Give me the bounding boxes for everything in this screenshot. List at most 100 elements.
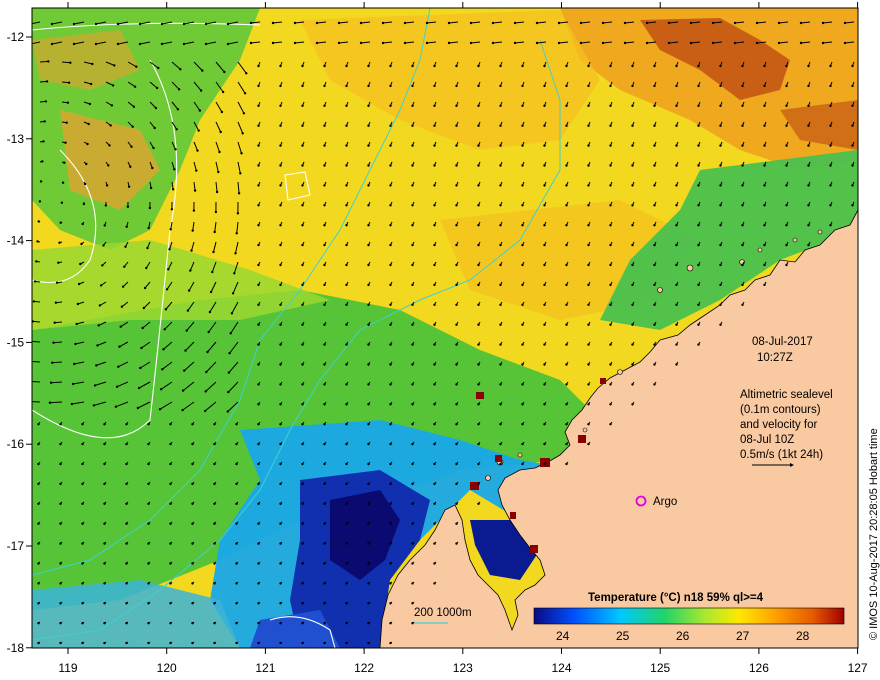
- velocity-arrow-head: [59, 502, 62, 505]
- velocity-arrow-head: [367, 562, 370, 565]
- velocity-arrow-head: [455, 442, 458, 446]
- velocity-arrow-head: [587, 343, 590, 346]
- velocity-arrow-head: [631, 164, 634, 167]
- velocity-arrow-head: [59, 442, 62, 446]
- velocity-arrow-head: [169, 462, 172, 466]
- velocity-arrow-head: [279, 542, 282, 545]
- velocity-arrow-head: [521, 303, 524, 306]
- velocity-arrow-head: [367, 582, 370, 585]
- velocity-arrow-head: [733, 21, 737, 25]
- velocity-arrow-head: [315, 21, 319, 25]
- velocity-arrow-head: [183, 369, 186, 372]
- velocity-arrow-head: [345, 263, 348, 267]
- velocity-arrow-head: [191, 522, 194, 525]
- velocity-arrow-head: [631, 64, 634, 68]
- velocity-arrow-head: [125, 522, 128, 525]
- velocity-arrow-head: [755, 21, 759, 25]
- velocity-arrow-head: [345, 184, 348, 187]
- velocity-arrow-head: [279, 64, 282, 68]
- velocity-arrow-head: [257, 363, 260, 366]
- velocity-arrow-head: [359, 21, 363, 25]
- velocity-arrow-head: [609, 263, 612, 267]
- velocity-arrow-head: [543, 84, 546, 88]
- velocity-arrow-head: [389, 243, 392, 247]
- velocity-arrow-head: [389, 283, 392, 287]
- velocity-arrow-head: [411, 403, 414, 406]
- velocity-arrow-head: [345, 323, 348, 326]
- velocity-arrow-head: [279, 502, 282, 505]
- velocity-arrow-head: [61, 181, 65, 184]
- velocity-arrow-head: [499, 204, 502, 207]
- velocity-arrow-head: [125, 423, 128, 426]
- velocity-arrow-head: [565, 84, 568, 88]
- velocity-arrow-head: [184, 349, 187, 352]
- velocity-arrow-head: [136, 406, 140, 410]
- velocity-arrow-head: [433, 363, 436, 366]
- velocity-arrow-head: [249, 21, 253, 25]
- velocity-arrow-head: [609, 104, 612, 108]
- velocity-arrow-head: [126, 205, 130, 208]
- velocity-arrow-head: [49, 381, 53, 384]
- velocity-arrow-head: [323, 582, 326, 585]
- velocity-arrow-head: [169, 622, 172, 625]
- velocity-arrow-head: [125, 602, 128, 605]
- velocity-arrow-head: [58, 241, 61, 244]
- velocity-arrow-head: [345, 224, 348, 227]
- velocity-arrow-head: [565, 144, 568, 147]
- velocity-arrow-head: [587, 64, 590, 68]
- velocity-arrow-head: [411, 164, 414, 167]
- velocity-arrow-head: [601, 41, 605, 45]
- velocity-arrow-head: [345, 164, 348, 167]
- velocity-arrow-head: [675, 84, 678, 88]
- velocity-arrow-head: [301, 64, 304, 68]
- velocity-arrow-head: [345, 363, 348, 366]
- velocity-arrow-head: [675, 224, 678, 227]
- velocity-arrow-head: [161, 368, 164, 371]
- velocity-arrow-head: [37, 562, 40, 565]
- velocity-arrow-head: [367, 403, 370, 406]
- velocity-arrow-head: [653, 124, 656, 127]
- velocity-arrow-head: [719, 184, 722, 187]
- velocity-arrow-head: [345, 383, 348, 386]
- velocity-arrow-head: [433, 323, 436, 326]
- velocity-arrow-head: [499, 403, 502, 406]
- velocity-arrow-head: [279, 283, 282, 287]
- velocity-arrow-head: [257, 542, 260, 545]
- velocity-arrow-head: [711, 41, 715, 45]
- velocity-arrow-head: [807, 204, 810, 207]
- velocity-arrow-head: [807, 184, 810, 187]
- velocity-arrow-head: [675, 124, 678, 127]
- annotation-time: 10:27Z: [757, 352, 793, 364]
- velocity-arrow-head: [367, 124, 370, 127]
- velocity-arrow-head: [301, 562, 304, 565]
- velocity-arrow-head: [763, 243, 766, 247]
- velocity-arrow-head: [741, 303, 744, 306]
- velocity-arrow-head: [799, 41, 803, 45]
- velocity-arrow-head: [149, 186, 153, 190]
- velocity-arrow-head: [81, 502, 84, 505]
- velocity-arrow: [39, 60, 49, 63]
- velocity-arrow-head: [87, 122, 90, 126]
- x-tick-label: 122: [354, 661, 374, 675]
- velocity-arrow-head: [499, 383, 502, 386]
- velocity-arrow-head: [411, 283, 414, 287]
- velocity-arrow-head: [257, 84, 260, 88]
- velocity-arrow-head: [235, 542, 238, 545]
- velocity-arrow-head: [631, 343, 634, 346]
- velocity-arrow-head: [257, 124, 260, 127]
- velocity-arrow-head: [59, 602, 62, 605]
- plot-area: [32, 8, 858, 648]
- velocity-arrow-head: [521, 164, 524, 167]
- velocity-arrow-head: [653, 104, 656, 108]
- velocity-arrow-head: [741, 104, 744, 108]
- velocity-arrow-head: [213, 602, 216, 605]
- velocity-arrow-head: [279, 582, 282, 585]
- velocity-arrow-head: [741, 124, 744, 127]
- velocity-arrow-head: [323, 423, 326, 426]
- velocity-arrow-head: [609, 363, 612, 366]
- velocity-arrow-head: [257, 64, 260, 68]
- velocity-arrow-head: [499, 323, 502, 326]
- velocity-arrow-head: [389, 522, 392, 525]
- velocity-arrow-head: [243, 92, 247, 95]
- velocity-arrow-head: [411, 303, 414, 306]
